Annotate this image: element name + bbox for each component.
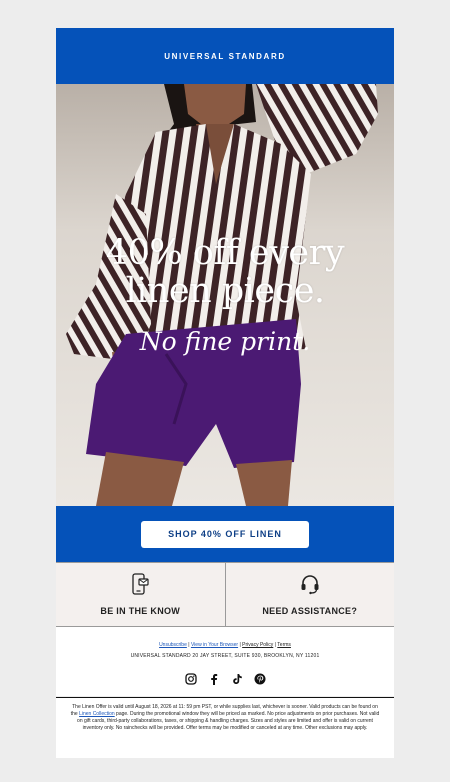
unsubscribe-link[interactable]: Unsubscribe [159, 642, 187, 648]
legal-disclaimer: The Linen Offer is valid until August 18… [56, 697, 394, 758]
info-row: BE IN THE KNOW NEED ASSISTANCE? [56, 562, 394, 627]
legal-text-2: page. During the promotional window they… [77, 711, 380, 731]
hero-subline: No fine print. [139, 327, 311, 356]
need-assistance-label: NEED ASSISTANCE? [262, 606, 358, 616]
hero-image[interactable]: 40% off every linen piece. No fine print… [56, 84, 394, 506]
headline-line-1: 40% off every [105, 233, 345, 273]
pinterest-icon[interactable] [254, 673, 266, 685]
company-address: UNIVERSAL STANDARD 20 JAY STREET, SUITE … [130, 653, 320, 659]
shop-linen-button[interactable]: SHOP 40% OFF LINEN [141, 520, 309, 548]
headline-line-2: linen piece. [125, 271, 325, 311]
tiktok-icon[interactable] [231, 673, 243, 685]
be-in-the-know-label: BE IN THE KNOW [100, 606, 181, 616]
be-in-the-know-cell[interactable]: BE IN THE KNOW [56, 563, 225, 626]
facebook-icon[interactable] [208, 673, 220, 685]
email-container: UNIVERSAL STANDARD 40% off every linen p… [56, 28, 394, 696]
header-bar: UNIVERSAL STANDARD [56, 28, 394, 84]
mobile-message-icon [131, 573, 149, 600]
linen-collection-link[interactable]: Linen Collection [79, 711, 115, 717]
hero-headline: 40% off every linen piece. [56, 234, 394, 310]
privacy-policy-link[interactable]: Privacy Policy [242, 642, 273, 648]
brand-logo[interactable]: UNIVERSAL STANDARD [164, 52, 285, 61]
headset-icon [299, 573, 321, 600]
footer-links: Unsubscribe | View in Your Browser | Pri… [56, 642, 394, 648]
need-assistance-cell[interactable]: NEED ASSISTANCE? [224, 563, 395, 626]
social-links [56, 673, 394, 687]
cta-bar: SHOP 40% OFF LINEN [56, 506, 394, 562]
terms-link[interactable]: Terms [277, 642, 291, 648]
instagram-icon[interactable] [184, 673, 197, 685]
view-in-browser-link[interactable]: View in Your Browser [191, 642, 238, 648]
footer: Unsubscribe | View in Your Browser | Pri… [56, 627, 394, 696]
